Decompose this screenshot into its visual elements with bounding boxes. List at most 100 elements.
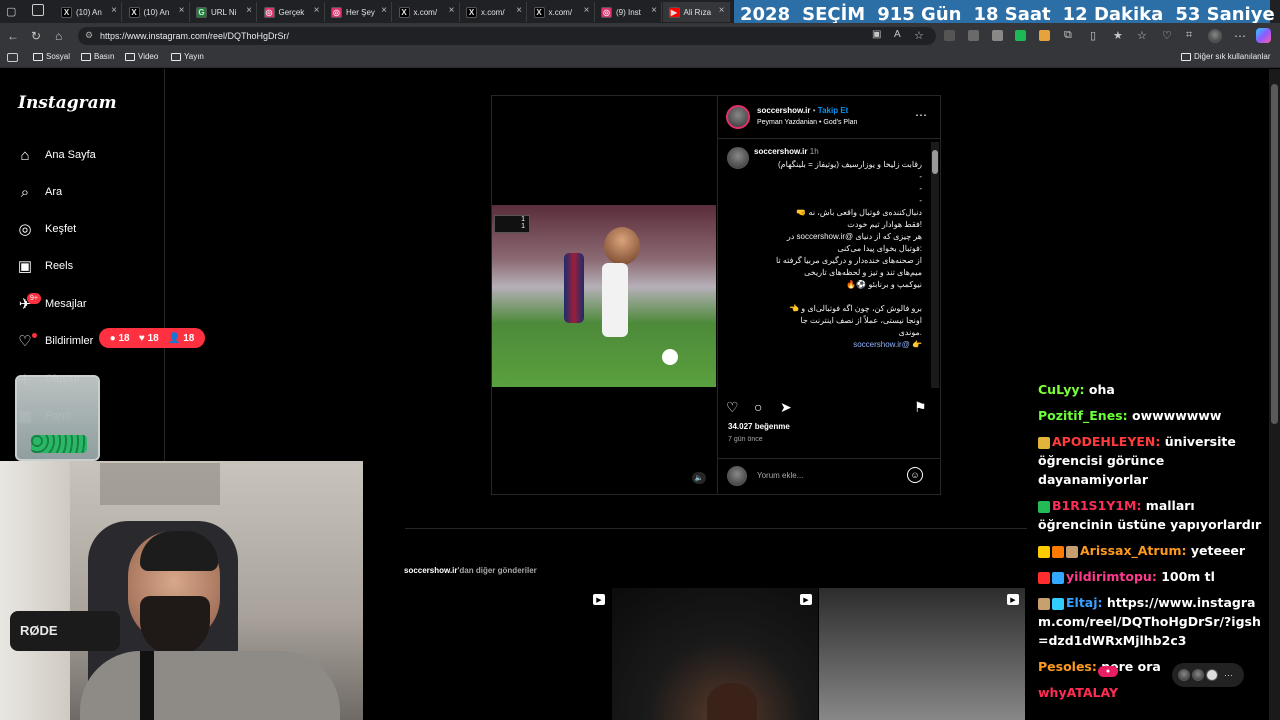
player-white-kit	[602, 263, 628, 337]
browser-tab[interactable]: Xx.com/ ×	[528, 2, 595, 22]
home-browser-icon[interactable]: ⌂	[55, 29, 62, 43]
close-tab-icon[interactable]: ×	[314, 5, 320, 16]
install-app-icon[interactable]: ▣	[872, 29, 881, 40]
split-screen-icon[interactable]: ▯	[1090, 29, 1096, 42]
reel-video[interactable]: 1 1	[492, 205, 716, 387]
browser-tab[interactable]: Xx.com/ ×	[393, 2, 460, 22]
countdown-year: 2028	[740, 3, 791, 25]
more-options-icon[interactable]: ⋯	[915, 108, 927, 122]
nav-label: Ana Sayfa	[45, 149, 96, 161]
more-posts-user[interactable]: soccershow.ir	[404, 566, 458, 575]
browser-tab[interactable]: X (10) An ×	[123, 2, 190, 22]
page-scrollbar-thumb[interactable]	[1271, 84, 1278, 424]
more-post-thumbnail[interactable]: ▶	[819, 588, 1025, 720]
back-icon[interactable]: ←	[7, 29, 19, 43]
author-avatar[interactable]	[726, 105, 750, 129]
tab-actions-icon[interactable]	[32, 4, 44, 16]
scrollbar-thumb[interactable]	[932, 150, 938, 174]
extension-icon[interactable]	[992, 30, 1003, 41]
caption-author[interactable]: soccershow.ir	[754, 147, 808, 156]
close-tab-icon[interactable]: ×	[651, 5, 657, 16]
extension-icon[interactable]	[968, 30, 979, 41]
stream-chat-overlay: CuLyy: oha Pozitif_Enes: owwwwwww APODEHLE…	[1038, 380, 1270, 709]
like-icon[interactable]: ♡	[726, 399, 739, 416]
browser-tab[interactable]: ◎ Her Şey ×	[325, 2, 392, 22]
chat-text: yeteeer	[1190, 543, 1246, 558]
favorite-star-icon[interactable]: ☆	[914, 29, 924, 42]
reading-list-icon[interactable]	[7, 53, 18, 62]
nav-label: Reels	[45, 260, 74, 272]
read-aloud-icon[interactable]: A	[894, 29, 901, 40]
viewers-pill[interactable]: ⋯	[1172, 663, 1244, 687]
comment-icon[interactable]: ○	[754, 399, 762, 415]
close-tab-icon[interactable]: ×	[516, 5, 522, 16]
extension-icon[interactable]	[1039, 30, 1050, 41]
reload-icon[interactable]: ↻	[31, 29, 41, 43]
instagram-icon: ◎	[601, 6, 612, 18]
scoreboard: 1 1	[494, 215, 530, 233]
close-tab-icon[interactable]: ×	[246, 5, 252, 16]
emoji-icon[interactable]: ☺	[907, 467, 923, 483]
follow-button[interactable]: Takip Et	[818, 106, 849, 115]
close-tab-icon[interactable]: ×	[449, 5, 455, 16]
caption-line: میم‌های تند و تیز و لحظه‌های تاریخی	[804, 268, 922, 277]
bookmark-folder[interactable]: Basın	[81, 52, 114, 61]
heart-icon: ♡	[18, 333, 32, 350]
extension-icon[interactable]	[944, 30, 955, 41]
browser-tab[interactable]: G URL Ni ×	[190, 2, 257, 22]
screenshot-icon[interactable]: ⌗	[1186, 29, 1192, 42]
page-scrollbar[interactable]	[1269, 69, 1280, 720]
favorites-icon[interactable]: ★	[1113, 29, 1123, 42]
nav-item-heart[interactable]: ♡ Bildirimler	[17, 333, 93, 350]
browser-tab[interactable]: ▶ Ali Rıza ×	[662, 2, 730, 22]
audio-track[interactable]: Peyman Yazdanian • God's Plan	[757, 119, 857, 126]
notifications-tooltip: ● 18 ♥ 18 👤 18	[99, 328, 205, 348]
browser-tab[interactable]: Xx.com/ ×	[460, 2, 527, 22]
user-icon: 👤	[168, 332, 181, 344]
chat-badge-icon	[1038, 597, 1050, 610]
nav-item-compass[interactable]: ◎ Keşfet	[17, 221, 76, 238]
nav-item-reels[interactable]: ▣ Reels	[17, 258, 74, 275]
tab-title: (10) An	[143, 7, 170, 17]
close-tab-icon[interactable]: ×	[111, 5, 117, 16]
more-post-thumbnail[interactable]: ▶	[612, 588, 818, 720]
extensions-puzzle-icon[interactable]: ⧉	[1064, 29, 1072, 42]
browser-essentials-icon[interactable]: ♡	[1162, 29, 1172, 42]
comment-input[interactable]: Yorum ekle...	[757, 471, 803, 480]
instagram-logo[interactable]: Instagram	[18, 93, 117, 113]
close-tab-icon[interactable]: ×	[719, 5, 725, 16]
collections-icon[interactable]: ☆	[1137, 29, 1147, 42]
comment-icon: ●	[109, 332, 116, 344]
close-tab-icon[interactable]: ×	[179, 5, 185, 16]
extension-icon[interactable]	[1015, 30, 1026, 41]
site-info-icon[interactable]: ⚙	[85, 30, 93, 41]
more-menu-icon[interactable]: ⋯	[1234, 29, 1246, 43]
browser-tab[interactable]: X (10) An ×	[55, 2, 122, 22]
mute-icon[interactable]: 🔈	[692, 472, 706, 484]
bookmark-folder[interactable]: Yayın	[171, 52, 204, 61]
browser-tab[interactable]: ◎ Gerçek ×	[258, 2, 325, 22]
like-count-label[interactable]: 34.027 beğenme	[728, 422, 790, 431]
workspaces-icon[interactable]: ▢	[6, 5, 16, 18]
copilot-icon[interactable]	[1256, 28, 1271, 43]
url-field[interactable]: ⚙ https://www.instagram.com/reel/DQThoHg…	[78, 27, 936, 45]
browser-tab[interactable]: ◎ (9) Inst ×	[595, 2, 662, 22]
close-tab-icon[interactable]: ×	[381, 5, 387, 16]
nav-item-search[interactable]: ⌕ Ara	[17, 184, 62, 201]
share-icon[interactable]: ➤	[780, 399, 792, 416]
messages-badge: 9+	[27, 293, 41, 304]
chat-username: Pozitif_Enes	[1038, 408, 1123, 423]
nav-item-home[interactable]: ⌂ Ana Sayfa	[17, 147, 96, 164]
tab-title: (9) Inst	[616, 7, 641, 17]
caption-scrollbar[interactable]	[931, 142, 939, 388]
other-bookmarks[interactable]: Diğer sık kullanılanlar	[1181, 52, 1270, 61]
more-post-thumbnail[interactable]: ▶	[405, 588, 611, 720]
save-icon[interactable]: ⚑	[914, 399, 927, 416]
bookmark-folder[interactable]: Video	[125, 52, 158, 61]
bookmark-folder[interactable]: Sosyal	[33, 52, 70, 61]
caption-author-avatar[interactable]	[727, 147, 749, 169]
author-username[interactable]: soccershow.ir	[757, 106, 811, 115]
chat-colon: :	[1136, 498, 1146, 513]
close-tab-icon[interactable]: ×	[584, 5, 590, 16]
profile-avatar[interactable]	[1208, 29, 1222, 43]
